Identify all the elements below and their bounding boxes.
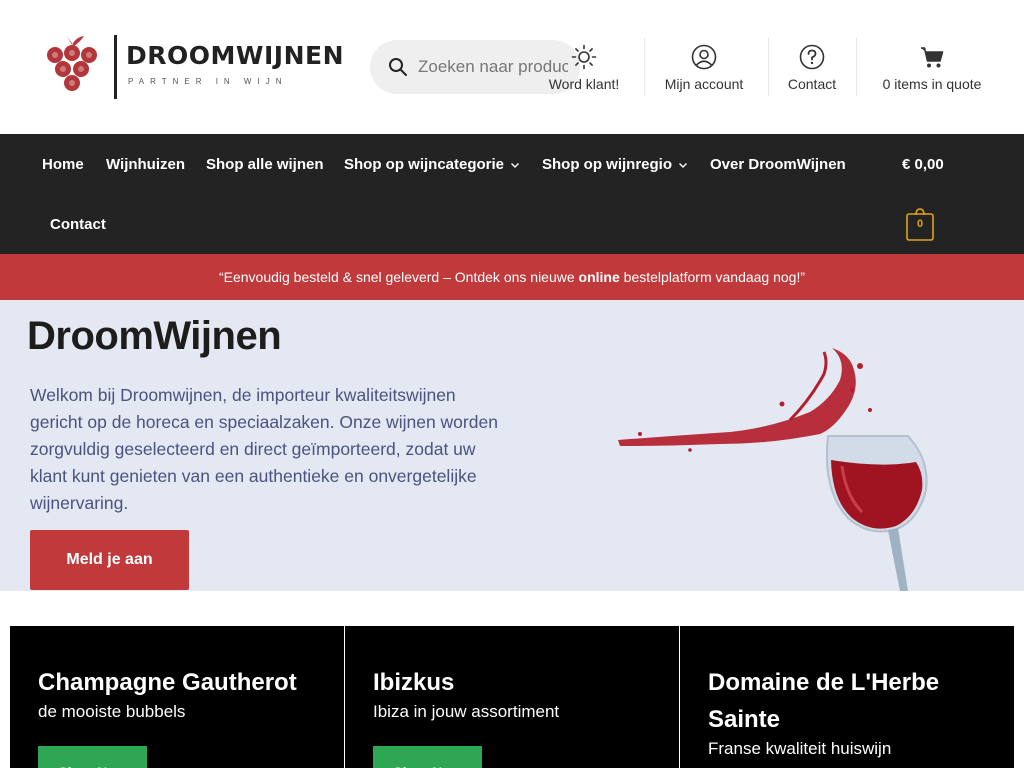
header-link-account[interactable]: Mijn account	[656, 40, 752, 96]
banner-text: bestelplatform vandaag nog!”	[619, 269, 806, 285]
featured-brands: Champagne Gautherot de mooiste bubbels S…	[10, 626, 1014, 768]
cart-icon	[921, 47, 944, 68]
card-subtitle: Franse kwaliteit huiswijn	[708, 739, 892, 758]
wine-glass-splash-image	[618, 348, 928, 591]
cart-total[interactable]: € 0,00	[902, 156, 944, 173]
header-link-label: Contact	[787, 76, 837, 92]
nav-item-shop-alle-wijnen[interactable]: Shop alle wijnen	[206, 156, 324, 173]
card-title: Domaine de L'Herbe Sainte	[708, 669, 940, 733]
grapes-icon	[47, 35, 97, 91]
shop-now-button[interactable]: Shop Now	[38, 746, 147, 768]
user-icon	[691, 44, 717, 70]
nav-item-over-droomwijnen[interactable]: Over DroomWijnen	[710, 156, 846, 173]
hero-text: Welkom bij Droomwijnen, de importeur kwa…	[30, 385, 498, 513]
promo-banner: “Eenvoudig besteld & snel geleverd – Ont…	[0, 254, 1024, 300]
header-divider	[768, 38, 769, 96]
header-link-label: Word klant!	[548, 76, 620, 92]
help-icon	[799, 44, 825, 70]
header-link-label: Mijn account	[664, 76, 744, 92]
sun-icon	[571, 44, 597, 70]
header-divider	[856, 38, 857, 96]
nav-item-home[interactable]: Home	[42, 156, 84, 173]
header-link-contact[interactable]: Contact	[780, 40, 844, 96]
logo-tagline: PARTNER IN WIJN	[128, 77, 288, 86]
brand-card: Champagne Gautherot de mooiste bubbels S…	[10, 626, 344, 768]
nav-item-label: Shop op wijnregio	[542, 156, 672, 173]
nav-item-contact[interactable]: Contact	[50, 216, 106, 233]
logo-wordmark: DROOMWIJNEN	[126, 41, 344, 70]
nav-item-shop-op-wijnregio[interactable]: Shop op wijnregio	[542, 156, 688, 173]
cart-count-badge: 0	[916, 218, 924, 230]
shop-now-button[interactable]: Shop Now	[373, 746, 482, 768]
banner-text: “Eenvoudig besteld & snel geleverd – Ont…	[218, 269, 579, 285]
site-header: DROOMWIJNEN PARTNER IN WIJN Word klant!	[0, 0, 1024, 134]
header-link-quote[interactable]: 0 items in quote	[872, 40, 992, 96]
logo-divider	[114, 35, 117, 99]
header-link-word-klant[interactable]: Word klant!	[540, 40, 628, 96]
header-divider	[644, 38, 645, 96]
brand-card: Domaine de L'Herbe Sainte Franse kwalite…	[680, 626, 1014, 768]
hero-section: DroomWijnen Welkom bij Droomwijnen, de i…	[0, 300, 1024, 591]
nav-item-wijnhuizen[interactable]: Wijnhuizen	[106, 156, 185, 173]
brand-card: Ibizkus Ibiza in jouw assortiment Shop N…	[345, 626, 679, 768]
card-subtitle: Ibiza in jouw assortiment	[373, 702, 560, 721]
nav-item-shop-op-wijncategorie[interactable]: Shop op wijncategorie	[344, 156, 520, 173]
card-title: Champagne Gautherot	[38, 669, 297, 696]
nav-item-label: Shop op wijncategorie	[344, 156, 505, 173]
card-title: Ibizkus	[373, 669, 455, 696]
signup-button[interactable]: Meld je aan	[30, 530, 189, 590]
chevron-down-icon	[511, 163, 520, 169]
search-icon[interactable]	[388, 57, 408, 77]
hero-title: DroomWijnen	[27, 314, 282, 358]
banner-bold-text: online	[578, 269, 620, 285]
card-subtitle: de mooiste bubbels	[38, 702, 186, 721]
header-link-label: 0 items in quote	[882, 76, 982, 92]
chevron-down-icon	[679, 163, 687, 169]
site-logo[interactable]: DROOMWIJNEN PARTNER IN WIJN	[44, 33, 344, 103]
main-navigation: Home Wijnhuizen Shop alle wijnen Shop op…	[0, 134, 1024, 254]
